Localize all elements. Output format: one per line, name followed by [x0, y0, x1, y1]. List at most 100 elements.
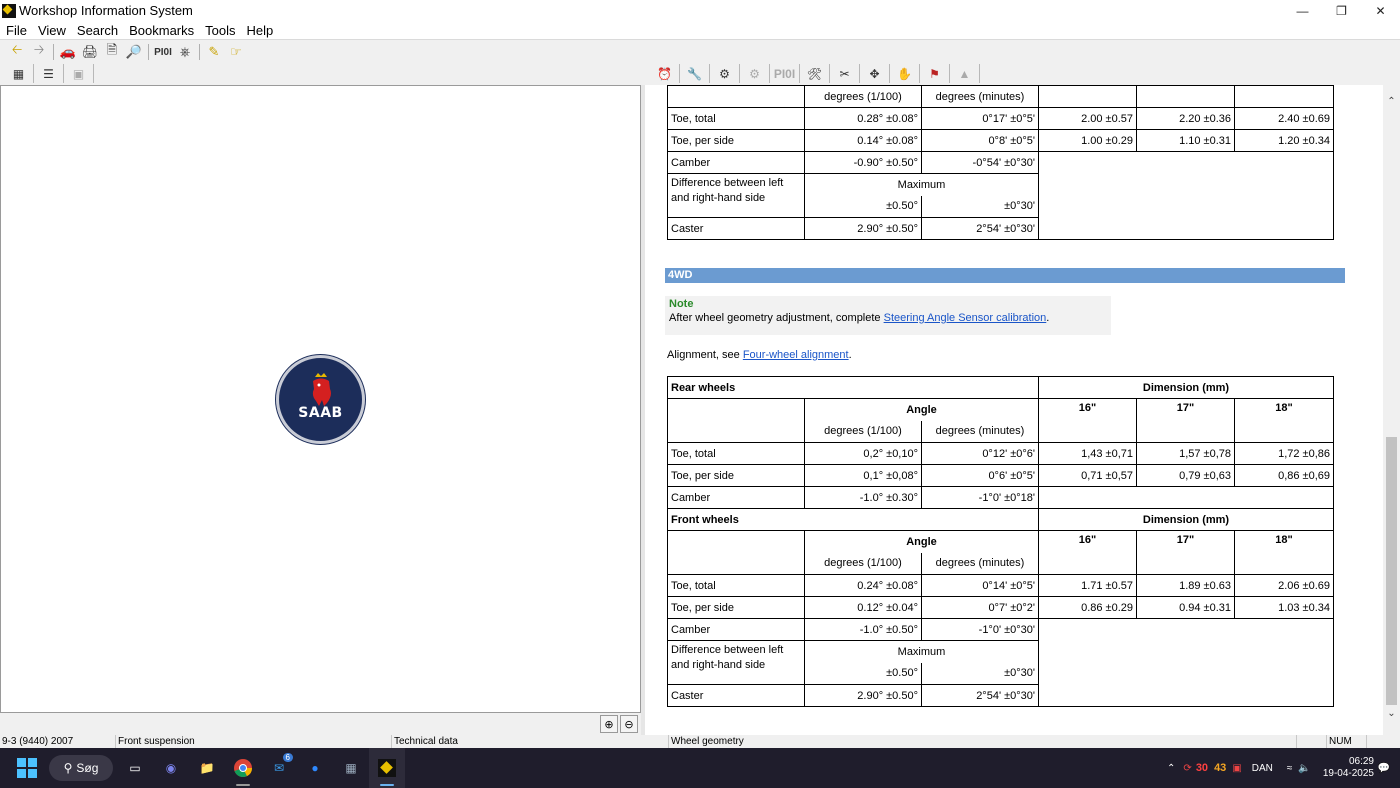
value-cell: 0.24° ±0.08°	[804, 574, 922, 597]
empty-cell	[1038, 151, 1334, 240]
scroll-up-icon[interactable]: ⌃	[1383, 93, 1400, 110]
steering-angle-calibration-link[interactable]: Steering Angle Sensor calibration	[884, 312, 1047, 324]
forward-arrow-icon[interactable]: 🡢	[28, 42, 50, 62]
note-text-before: After wheel geometry adjustment, complet…	[669, 312, 884, 324]
language-indicator[interactable]: DAN	[1252, 763, 1273, 774]
volume-icon[interactable]: 🔈	[1298, 763, 1310, 774]
menu-view[interactable]: View	[32, 23, 71, 38]
print-icon[interactable]: 🖨	[79, 42, 101, 62]
clock-icon[interactable]: ⏰	[650, 64, 680, 83]
main-toolbar: 🡠 🡢 🚗 🖨 🗎 🔎 PI0I ⎈ ✎ ☞	[0, 41, 1400, 63]
status-group: Front suspension	[116, 735, 392, 748]
wis-app-icon[interactable]	[369, 748, 405, 788]
messenger-icon[interactable]: ●	[297, 748, 333, 788]
value-cell: 2.20 ±0.36	[1136, 107, 1235, 130]
minimize-button[interactable]: —	[1283, 0, 1322, 21]
menu-search[interactable]: Search	[71, 23, 123, 38]
clock-time: 06:29	[1348, 756, 1374, 767]
tree-view-icon[interactable]: ▦	[4, 64, 34, 83]
document-pane: degrees (1/100) degrees (minutes) Toe, t…	[645, 85, 1383, 735]
start-button[interactable]	[9, 748, 45, 788]
move-icon[interactable]: ✥	[860, 64, 890, 83]
value-cell: 2.90° ±0.50°	[804, 684, 922, 707]
status-document: Wheel geometry	[669, 735, 1297, 748]
table-cell	[1234, 85, 1334, 108]
clock-date: 19-04-2025	[1322, 768, 1374, 779]
row-label: Toe, total	[667, 442, 805, 465]
scissors-icon[interactable]: ✂	[830, 64, 860, 83]
tray-count-2[interactable]: 43	[1214, 762, 1226, 774]
size-17-header: 17"	[1136, 530, 1235, 575]
search-label: Søg	[76, 761, 99, 775]
vehicle-icon[interactable]: 🚗	[57, 42, 79, 62]
tool-icon[interactable]: ⎈	[174, 42, 196, 62]
value-cell: 0°8' ±0°5'	[921, 129, 1039, 152]
zoom-in-icon[interactable]: ⊕	[600, 715, 618, 733]
logo-text: SAAB	[298, 404, 343, 421]
value-cell: 2°54' ±0°30'	[921, 684, 1039, 707]
task-view-icon[interactable]: ▭	[117, 748, 153, 788]
value-cell: 0°14' ±0°5'	[921, 574, 1039, 597]
lift-icon[interactable]: ▲	[950, 64, 980, 83]
table-row: Toe, total 0.24° ±0.08° 0°14' ±0°5' 1.71…	[667, 574, 1334, 597]
document-download-icon[interactable]: 🗎	[101, 42, 123, 62]
mail-icon[interactable]: ✉ 6	[261, 748, 297, 788]
tray-chevron-icon[interactable]: ⌃	[1167, 763, 1175, 774]
calculator-icon[interactable]: ▦	[333, 748, 369, 788]
value-cell: ±0°30'	[921, 195, 1039, 218]
binoculars-icon[interactable]: 🔎	[123, 42, 145, 62]
vertical-scrollbar[interactable]: ⌃ ⌄	[1383, 85, 1400, 725]
taskbar-search[interactable]: ⚲ Søg	[49, 755, 113, 781]
value-cell: -0.90° ±0.50°	[804, 151, 922, 174]
tray-count-1[interactable]: 30	[1196, 762, 1208, 774]
scrollbar-thumb[interactable]	[1386, 437, 1397, 705]
pio-disabled-button[interactable]: PI0I	[770, 64, 800, 83]
toolbar-separator	[53, 44, 54, 60]
clock[interactable]: 06:29 19-04-2025	[1323, 756, 1374, 780]
alignment-reference: Alignment, see Four-wheel alignment.	[667, 349, 852, 361]
rear-wheels-title: Rear wheels	[667, 376, 1039, 399]
menu-file[interactable]: File	[0, 23, 32, 38]
gear-disabled-icon[interactable]: ⚙	[740, 64, 770, 83]
list-view-icon[interactable]: ☰	[34, 64, 64, 83]
size-17-header: 17"	[1136, 398, 1235, 443]
menu-help[interactable]: Help	[241, 23, 279, 38]
zoom-out-icon[interactable]: ⊖	[620, 715, 638, 733]
four-wheel-alignment-link[interactable]: Four-wheel alignment	[743, 349, 849, 361]
pencil-icon[interactable]: ✎	[203, 42, 225, 62]
status-section: Technical data	[392, 735, 669, 748]
column-header: degrees (1/100)	[804, 85, 922, 108]
chat-icon[interactable]: ◉	[153, 748, 189, 788]
tools-icon[interactable]: 🛠	[800, 64, 830, 83]
search-icon: ⚲	[63, 761, 73, 775]
pio-button[interactable]: PI0I	[152, 42, 174, 62]
scroll-down-icon[interactable]: ⌄	[1383, 705, 1400, 722]
griffin-icon	[312, 372, 331, 406]
gears-icon[interactable]: ⚙	[710, 64, 740, 83]
value-cell: 0.86 ±0.29	[1038, 596, 1137, 619]
menu-tools[interactable]: Tools	[199, 23, 240, 38]
file-explorer-icon[interactable]: 📁	[189, 748, 225, 788]
status-model: 9-3 (9440) 2007	[0, 735, 116, 748]
chrome-icon[interactable]	[225, 748, 261, 788]
image-view-icon[interactable]: ▣	[64, 64, 94, 83]
maximize-button[interactable]: ❐	[1322, 0, 1361, 21]
value-cell: 0.94 ±0.31	[1136, 596, 1235, 619]
table-row: Angle 16" 17" 18"	[667, 530, 1334, 575]
value-cell: ±0.50°	[804, 662, 922, 685]
close-button[interactable]: ✕	[1361, 0, 1400, 21]
menu-bookmarks[interactable]: Bookmarks	[123, 23, 199, 38]
notification-icon[interactable]: 💬	[1378, 763, 1390, 774]
wifi-icon[interactable]: ≈	[1287, 763, 1293, 774]
hand-icon[interactable]: ✋	[890, 64, 920, 83]
wrench-icon[interactable]: 🔧	[680, 64, 710, 83]
column-header: degrees (minutes)	[921, 85, 1039, 108]
tray-app-icon[interactable]: ⟳	[1183, 763, 1191, 774]
value-cell: 2.90° ±0.50°	[804, 217, 922, 240]
right-pane-toolbar: ⏰ 🔧 ⚙ ⚙ PI0I 🛠 ✂ ✥ ✋ ⚑ ▲	[645, 63, 1400, 84]
table-row: Toe, per side 0,1° ±0,08° 0°6' ±0°5' 0,7…	[667, 464, 1334, 487]
back-arrow-icon[interactable]: 🡠	[6, 42, 28, 62]
flag-icon[interactable]: ⚑	[920, 64, 950, 83]
tray-gift-icon[interactable]: ▣	[1232, 763, 1241, 774]
pointer-icon[interactable]: ☞	[225, 42, 247, 62]
